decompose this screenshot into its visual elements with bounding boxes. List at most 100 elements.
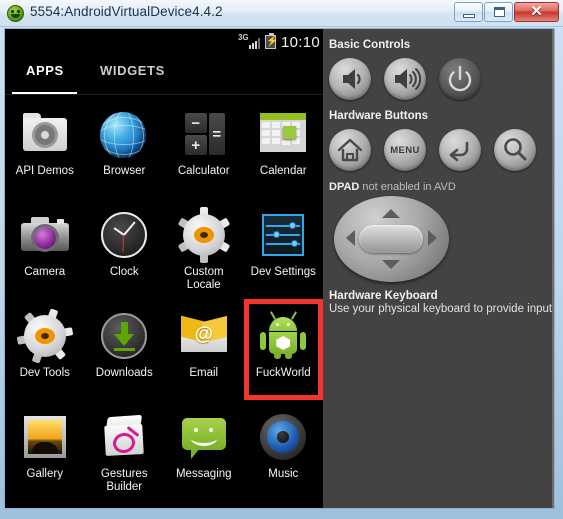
dpad-down-icon[interactable]	[382, 260, 400, 269]
app-label: Gestures Builder	[100, 468, 148, 493]
search-icon	[504, 138, 527, 161]
camera-icon	[19, 209, 71, 261]
dpad-left-icon[interactable]	[346, 230, 355, 246]
app-tile-dev-tools[interactable]: Dev Tools	[5, 299, 85, 400]
device-screen[interactable]: 3G ⚡ 10:10 APPS WIDGETS API Demos Browse…	[5, 29, 323, 508]
volume-down-icon	[343, 69, 361, 89]
app-tile-clock[interactable]: Clock	[85, 198, 165, 299]
dpad-control[interactable]	[334, 196, 449, 282]
launcher-tabs: APPS WIDGETS	[5, 55, 323, 95]
custom-locale-icon	[177, 207, 230, 263]
app-tile-gallery[interactable]: Gallery	[5, 400, 85, 501]
hardware-buttons-row: MENU	[329, 129, 554, 171]
app-label: Downloads	[95, 367, 153, 379]
hardware-keyboard-block: Hardware Keyboard Use your physical keyb…	[329, 290, 554, 315]
app-grid: API Demos Browser − + = Calculator Calen…	[5, 97, 323, 508]
downloads-icon	[98, 310, 150, 362]
app-label: Email	[189, 367, 219, 379]
dpad-status-text: not enabled in AVD	[359, 181, 456, 193]
app-label: Dev Settings	[250, 266, 316, 278]
dpad-center-button[interactable]	[359, 225, 423, 253]
home-icon	[337, 138, 363, 162]
app-label: Camera	[24, 266, 66, 278]
close-icon: ✕	[530, 3, 543, 20]
volume-up-button[interactable]	[384, 58, 426, 100]
dpad-up-icon[interactable]	[382, 209, 400, 218]
minimize-button[interactable]	[454, 2, 483, 22]
app-label: Gallery	[26, 468, 63, 480]
android-app-icon	[257, 310, 309, 362]
api-demos-icon	[19, 108, 71, 160]
calculator-icon: − + =	[178, 108, 230, 160]
app-tile-downloads[interactable]: Downloads	[85, 299, 165, 400]
emulator-frame: 3G ⚡ 10:10 APPS WIDGETS API Demos Browse…	[4, 28, 555, 509]
search-button[interactable]	[494, 129, 536, 171]
app-tile-calendar[interactable]: Calendar	[244, 97, 324, 198]
email-icon: @	[178, 310, 230, 362]
tabs-divider	[5, 94, 323, 95]
close-button[interactable]: ✕	[514, 2, 559, 22]
window-title: 5554:AndroidVirtualDevice4.4.2	[30, 4, 223, 19]
messaging-icon	[178, 411, 230, 463]
app-tile-calculator[interactable]: − + = Calculator	[164, 97, 244, 198]
basic-controls-row	[329, 58, 554, 100]
signal-bars-icon: 3G	[238, 33, 260, 50]
power-button[interactable]	[439, 58, 481, 100]
gestures-builder-icon	[98, 411, 150, 463]
dev-tools-icon	[16, 308, 74, 364]
status-bar-clock: 10:10	[280, 33, 320, 51]
hardware-keyboard-subtitle: Use your physical keyboard to provide in…	[329, 303, 553, 315]
menu-button-label: MENU	[390, 144, 420, 156]
app-tile-gestures-builder[interactable]: Gestures Builder	[85, 400, 165, 501]
back-button[interactable]	[439, 129, 481, 171]
volume-down-button[interactable]	[329, 58, 371, 100]
app-label: Calculator	[177, 165, 230, 177]
back-icon	[449, 141, 469, 162]
app-label: FuckWorld	[255, 367, 311, 379]
dpad-status-note: DPAD not enabled in AVD	[329, 181, 554, 193]
calendar-icon	[257, 108, 309, 160]
app-tile-email[interactable]: @ Email	[164, 299, 244, 400]
app-label: Browser	[103, 165, 146, 177]
browser-icon	[98, 108, 150, 160]
app-label: Custom Locale	[183, 266, 224, 291]
maximize-icon	[494, 7, 505, 17]
emulator-control-panel: Basic Controls Hardware Buttons MENU DPA…	[323, 29, 554, 508]
app-tile-music[interactable]: Music	[244, 400, 324, 501]
app-tile-fuckworld[interactable]: FuckWorld	[243, 299, 323, 400]
maximize-button[interactable]	[484, 2, 513, 22]
dev-settings-icon	[257, 209, 309, 261]
tab-apps[interactable]: APPS	[26, 63, 64, 78]
dpad-label: DPAD	[329, 181, 360, 193]
menu-button[interactable]: MENU	[384, 129, 426, 171]
app-tile-camera[interactable]: Camera	[5, 198, 85, 299]
battery-charging-icon: ⚡	[264, 33, 279, 49]
volume-up-icon	[395, 68, 422, 90]
window-titlebar: 5554:AndroidVirtualDevice4.4.2 ✕	[0, 0, 563, 27]
gallery-icon	[19, 411, 71, 463]
clock-icon	[98, 209, 150, 261]
app-label: Music	[268, 468, 299, 480]
hardware-keyboard-title: Hardware Keyboard	[329, 290, 438, 302]
app-label: Dev Tools	[19, 367, 70, 379]
android-head-icon	[7, 5, 24, 22]
app-label: Clock	[109, 266, 139, 278]
window-controls: ✕	[453, 2, 559, 22]
panel-scrollbar[interactable]	[552, 29, 554, 508]
status-bar: 3G ⚡ 10:10	[5, 29, 323, 55]
dpad-right-icon[interactable]	[428, 230, 437, 246]
minimize-icon	[463, 14, 475, 18]
app-label: Calendar	[259, 165, 307, 177]
tab-widgets[interactable]: WIDGETS	[100, 63, 165, 78]
app-tile-api-demos[interactable]: API Demos	[5, 97, 85, 198]
app-tile-browser[interactable]: Browser	[85, 97, 165, 198]
app-tile-messaging[interactable]: Messaging	[164, 400, 244, 501]
basic-controls-heading: Basic Controls	[329, 39, 411, 51]
hardware-buttons-heading: Hardware Buttons	[329, 110, 429, 122]
emulator-window: 5554:AndroidVirtualDevice4.4.2 ✕ 3G ⚡ 10…	[0, 0, 563, 519]
app-tile-custom-locale[interactable]: Custom Locale	[164, 198, 244, 299]
app-tile-dev-settings[interactable]: Dev Settings	[244, 198, 324, 299]
power-icon	[448, 65, 472, 92]
home-button[interactable]	[329, 129, 371, 171]
app-label: Messaging	[175, 468, 232, 480]
